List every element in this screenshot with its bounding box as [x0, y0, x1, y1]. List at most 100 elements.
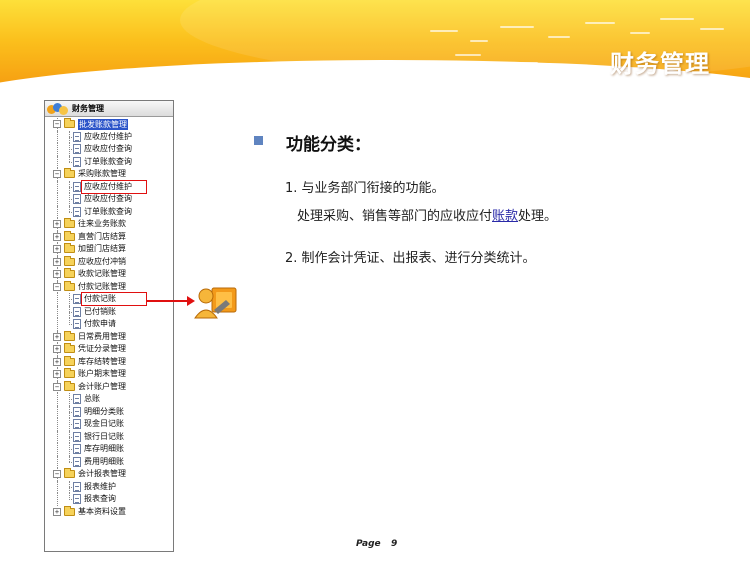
expand-icon[interactable]: +	[53, 507, 61, 516]
tree-folder-node[interactable]: − 会计账户管理	[45, 380, 173, 394]
tree-node-label[interactable]: 会计账户管理	[78, 381, 126, 394]
tree-guide-line	[57, 155, 58, 168]
tree-node-label[interactable]: 应收应付冲销	[78, 256, 126, 269]
tree-folder-node[interactable]: + 日常费用管理	[45, 330, 173, 344]
tree-folder-node[interactable]: + 收款记账管理	[45, 268, 173, 281]
tree-folder-node[interactable]: + 凭证分录管理	[45, 343, 173, 356]
banner-dash	[630, 32, 650, 34]
tree-folder-node[interactable]: + 库存结转管理	[45, 355, 173, 369]
tree-guide-line	[57, 130, 58, 143]
tree-leaf-node[interactable]: 应收应付查询	[45, 193, 173, 206]
tree-node-label[interactable]: 收款记账管理	[78, 268, 126, 281]
expand-icon[interactable]: +	[53, 270, 61, 278]
expand-icon[interactable]: +	[53, 245, 61, 253]
tree-node-label[interactable]: 银行日记账	[84, 431, 124, 444]
folder-icon	[64, 468, 75, 478]
collapse-icon[interactable]: −	[53, 382, 61, 391]
tree-leaf-node[interactable]: 报表查询	[45, 493, 173, 506]
tree-leaf-node[interactable]: 报表维护	[45, 480, 173, 494]
tree-folder-node[interactable]: + 基本资料设置	[45, 505, 173, 519]
tree-folder-node[interactable]: + 账户期末管理	[45, 368, 173, 381]
tree-leaf-node[interactable]: 库存明细账	[45, 443, 173, 456]
document-icon	[73, 494, 81, 504]
tree-node-label[interactable]: 费用明细账	[84, 456, 124, 469]
folder-icon	[64, 168, 75, 178]
collapse-icon[interactable]: −	[53, 282, 61, 291]
tree-leaf-node[interactable]: 明细分类账	[45, 405, 173, 419]
folder-icon	[64, 330, 75, 341]
document-icon	[73, 144, 81, 154]
tree-leaf-node[interactable]: 总账	[45, 393, 173, 406]
tree-node-label[interactable]: 总账	[84, 393, 100, 406]
tree-node-label[interactable]: 往来业务账款	[78, 218, 126, 231]
tree-node-label[interactable]: 现金日记账	[84, 418, 124, 431]
expand-icon[interactable]: +	[53, 220, 61, 228]
expand-icon[interactable]: +	[53, 357, 61, 366]
tree-node-label[interactable]: 库存结转管理	[78, 356, 126, 369]
tree-node-label[interactable]: 订单账款查询	[84, 206, 132, 219]
folder-icon	[64, 218, 75, 228]
tree-folder-node[interactable]: + 应收应付冲销	[45, 255, 173, 269]
banner-dash	[548, 36, 570, 38]
tree-node-label[interactable]: 库存明细账	[84, 443, 124, 456]
tree-guide-line	[57, 455, 58, 468]
tree-guide-line	[57, 393, 58, 406]
tree-folder-node[interactable]: − 会计报表管理	[45, 468, 173, 481]
users-icon	[47, 102, 69, 115]
tree-guide-line	[57, 180, 58, 193]
tree-node-label[interactable]: 账户期末管理	[78, 368, 126, 381]
tree-leaf-node[interactable]: 应收应付维护	[45, 179, 173, 194]
collapse-icon[interactable]: −	[53, 470, 61, 478]
tree-guide-line	[57, 418, 58, 431]
document-icon	[73, 181, 81, 192]
document-icon	[73, 481, 81, 492]
tree-node-label[interactable]: 会计报表管理	[78, 468, 126, 481]
expand-icon[interactable]: +	[53, 345, 61, 353]
tree-leaf-node[interactable]: 费用明细账	[45, 455, 173, 469]
tree-node-label[interactable]: 付款申请	[84, 318, 116, 331]
accounts-link[interactable]: 账款	[492, 209, 518, 224]
banner-title: 财务管理	[610, 50, 710, 78]
collapse-icon[interactable]: −	[53, 120, 61, 128]
tree-leaf-node[interactable]: 应收应付查询	[45, 143, 173, 156]
tree-node-label[interactable]: 报表维护	[84, 481, 116, 494]
tree-node-label[interactable]: 明细分类账	[84, 406, 124, 419]
tree-node-label[interactable]: 已付销账	[84, 306, 116, 319]
tree-node-label[interactable]: 凭证分录管理	[78, 343, 126, 356]
tree-node-label[interactable]: 日常费用管理	[78, 331, 126, 344]
tree-node-label[interactable]: 订单账款查询	[84, 156, 132, 169]
tree-leaf-node[interactable]: 已付销账	[45, 305, 173, 319]
tree-leaf-node[interactable]: 订单账款查询	[45, 155, 173, 169]
tree-node-label[interactable]: 应收应付查询	[84, 143, 132, 156]
tree-node-label[interactable]: 基本资料设置	[78, 506, 126, 519]
tree-leaf-node[interactable]: 订单账款查询	[45, 205, 173, 219]
tree-guide-line	[57, 493, 58, 506]
banner-dash	[500, 26, 534, 28]
expand-icon[interactable]: +	[53, 232, 61, 241]
tree-node-label[interactable]: 批发账款管理	[78, 119, 128, 130]
expand-icon[interactable]: +	[53, 332, 61, 341]
tree-leaf-node[interactable]: 银行日记账	[45, 430, 173, 444]
tree-leaf-node[interactable]: 现金日记账	[45, 418, 173, 431]
document-icon	[73, 394, 81, 404]
tree-folder-node[interactable]: − 批发账款管理	[45, 118, 173, 131]
tree-folder-node[interactable]: + 直营门店结算	[45, 230, 173, 244]
tree-node-label[interactable]: 报表查询	[84, 493, 116, 506]
tree-node-label[interactable]: 应收应付维护	[84, 131, 132, 144]
expand-icon[interactable]: +	[53, 370, 61, 378]
tree-folder-node[interactable]: + 加盟门店结算	[45, 243, 173, 256]
tree-guide-line	[57, 480, 58, 493]
tree-node-label[interactable]: 直营门店结算	[78, 231, 126, 244]
expand-icon[interactable]: +	[53, 257, 61, 266]
highlight-box	[81, 292, 147, 306]
list-item-2: 2. 制作会计凭证、出报表、进行分类统计。	[285, 251, 536, 266]
tree-folder-node[interactable]: + 往来业务账款	[45, 218, 173, 231]
tree-leaf-node[interactable]: 付款申请	[45, 318, 173, 331]
document-icon	[73, 294, 81, 304]
collapse-icon[interactable]: −	[53, 170, 61, 178]
tree-guide-line	[57, 318, 58, 331]
folder-icon	[64, 243, 75, 253]
tree-node-label[interactable]: 加盟门店结算	[78, 243, 126, 256]
tree-node-label[interactable]: 应收应付查询	[84, 193, 132, 206]
tree-leaf-node[interactable]: 应收应付维护	[45, 130, 173, 144]
